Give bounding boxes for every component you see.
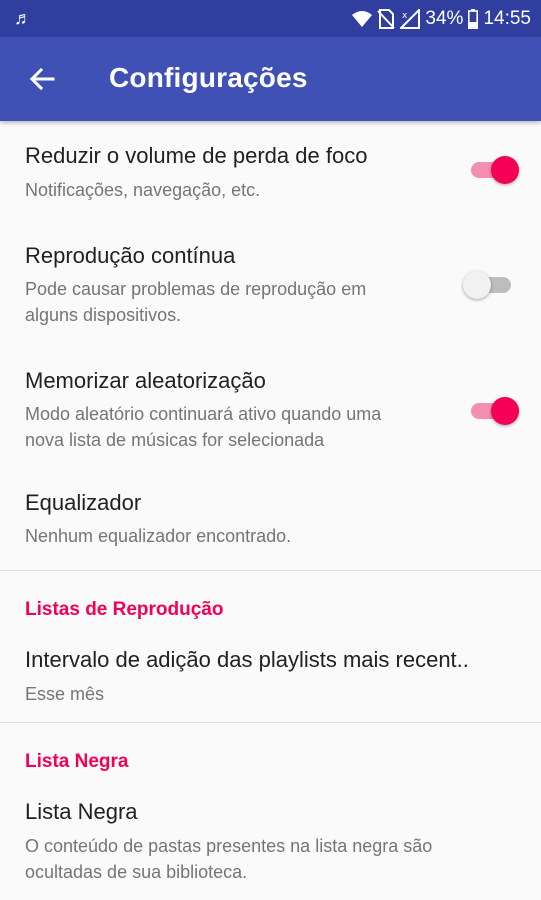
- setting-remember-shuffle[interactable]: Memorizar aleatorização Modo aleatório c…: [0, 346, 541, 467]
- setting-reduce-volume[interactable]: Reduzir o volume de perda de foco Notifi…: [0, 121, 541, 220]
- setting-continuous-playback[interactable]: Reprodução contínua Pode causar problema…: [0, 220, 541, 346]
- setting-summary-line: nova lista de músicas for selecionada: [25, 430, 325, 450]
- setting-title: Reprodução contínua: [25, 243, 236, 268]
- setting-title: Intervalo de adição das playlists mais r…: [25, 647, 469, 672]
- continuous-playback-toggle[interactable]: [463, 268, 521, 300]
- toggle-thumb: [491, 156, 519, 184]
- setting-title: Memorizar aleatorização: [25, 368, 266, 393]
- blacklist-section: Lista Negra Lista Negra O conteúdo de pa…: [0, 723, 541, 899]
- no-sim-icon: [377, 9, 396, 29]
- settings-list: Reduzir o volume de perda de foco Notifi…: [0, 121, 541, 899]
- svg-text:x: x: [402, 11, 408, 21]
- setting-blacklist[interactable]: Lista Negra O conteúdo de pastas present…: [0, 783, 541, 899]
- playlists-section: Listas de Reprodução Intervalo de adição…: [0, 571, 541, 722]
- setting-summary: Esse mês: [25, 684, 105, 704]
- setting-title: Reduzir o volume de perda de foco: [25, 143, 368, 168]
- setting-recent-playlist-interval[interactable]: Intervalo de adição das playlists mais r…: [0, 631, 541, 722]
- setting-summary-line: Pode causar problemas de reprodução em: [25, 279, 367, 299]
- wifi-icon: [352, 11, 373, 27]
- toggle-thumb: [463, 271, 491, 299]
- setting-summary-line: O conteúdo de pastas presentes na lista …: [25, 836, 433, 856]
- section-header: Listas de Reprodução: [25, 599, 224, 620]
- setting-summary-line: ocultadas de sua biblioteca.: [25, 862, 248, 882]
- setting-summary-line: Modo aleatório continuará ativo quando u…: [25, 404, 382, 424]
- page-title: Configurações: [109, 62, 308, 93]
- signal-icon: x: [400, 9, 421, 29]
- setting-title: Lista Negra: [25, 799, 138, 824]
- setting-equalizer[interactable]: Equalizador Nenhum equalizador encontrad…: [0, 467, 541, 570]
- back-button[interactable]: [20, 59, 64, 99]
- setting-summary: Nenhum equalizador encontrado.: [25, 526, 292, 546]
- music-note-icon: ♬: [14, 8, 32, 28]
- status-bar: ♬ x 34% 14:55: [0, 0, 541, 37]
- setting-summary: Notificações, navegação, etc.: [25, 180, 261, 200]
- clock: 14:55: [483, 8, 531, 29]
- setting-summary-line: alguns dispositivos.: [25, 305, 182, 325]
- remember-shuffle-toggle[interactable]: [469, 394, 521, 426]
- reduce-volume-toggle[interactable]: [469, 153, 521, 185]
- app-toolbar: Configurações: [0, 37, 541, 121]
- setting-title: Equalizador: [25, 490, 142, 515]
- section-header: Lista Negra: [25, 751, 129, 772]
- arrow-back-icon: [29, 67, 55, 91]
- battery-icon: [468, 9, 479, 29]
- toggle-thumb: [491, 397, 519, 425]
- battery-percent: 34%: [425, 8, 464, 29]
- status-icons: x 34% 14:55: [352, 6, 531, 32]
